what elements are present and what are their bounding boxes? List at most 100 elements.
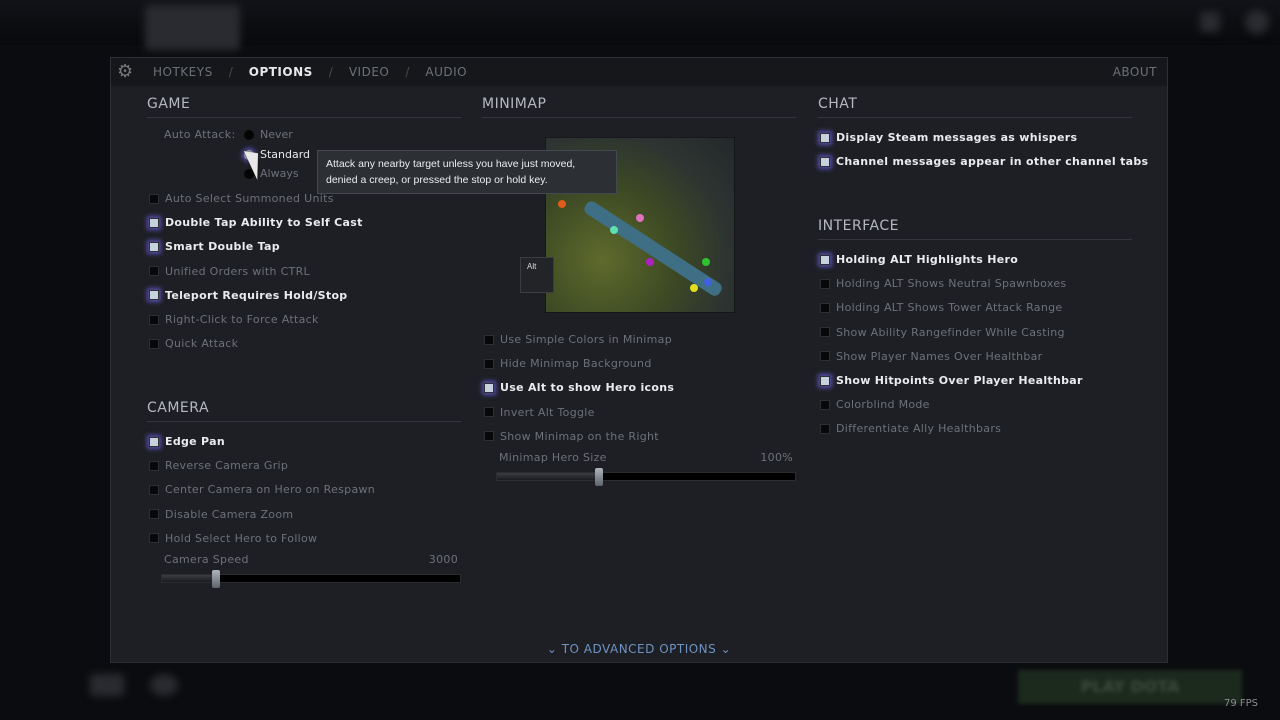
checkbox-option[interactable]: Differentiate Ally Healthbars bbox=[820, 422, 1001, 435]
checkbox[interactable] bbox=[484, 334, 494, 345]
checkbox-label: Smart Double Tap bbox=[165, 240, 280, 254]
checkbox[interactable] bbox=[149, 533, 159, 544]
checkbox-label: Holding ALT Shows Neutral Spawnboxes bbox=[836, 277, 1067, 291]
checkbox-label: Holding ALT Shows Tower Attack Range bbox=[836, 301, 1063, 315]
settings-tab-bar: ⚙ HOTKEYS / OPTIONS / VIDEO / AUDIO ABOU… bbox=[111, 58, 1167, 86]
checkbox-label: Double Tap Ability to Self Cast bbox=[165, 216, 363, 230]
checkbox-option[interactable]: Disable Camera Zoom bbox=[149, 508, 293, 521]
checkbox-option[interactable]: Display Steam messages as whispers bbox=[820, 131, 1077, 144]
tab-options[interactable]: OPTIONS bbox=[249, 65, 313, 79]
checkbox[interactable] bbox=[820, 156, 830, 167]
checkbox-option[interactable]: Channel messages appear in other channel… bbox=[820, 155, 1148, 168]
checkbox[interactable] bbox=[820, 327, 830, 338]
checkbox-option[interactable]: Auto Select Summoned Units bbox=[149, 192, 334, 205]
checkbox-label: Show Ability Rangefinder While Casting bbox=[836, 325, 1065, 339]
camera-speed-value: 3000 bbox=[428, 553, 458, 566]
checkbox-option[interactable]: Edge Pan bbox=[149, 435, 225, 448]
checkbox-option[interactable]: Show Hitpoints Over Player Healthbar bbox=[820, 374, 1083, 387]
slider-handle[interactable] bbox=[212, 570, 220, 588]
radio-dot bbox=[244, 129, 254, 140]
camera-speed-slider[interactable] bbox=[161, 570, 461, 588]
checkbox-option[interactable]: Show Player Names Over Healthbar bbox=[820, 350, 1043, 363]
checkbox-label: Show Minimap on the Right bbox=[500, 429, 659, 443]
minimap-hero-size-slider[interactable] bbox=[496, 468, 796, 486]
chevron-down-icon: ⌄ bbox=[546, 642, 558, 656]
slider-handle[interactable] bbox=[595, 468, 603, 486]
tab-audio[interactable]: AUDIO bbox=[425, 65, 467, 79]
checkbox-option[interactable]: Hide Minimap Background bbox=[484, 357, 652, 370]
checkbox[interactable] bbox=[149, 217, 159, 228]
checkbox-option[interactable]: Unified Orders with CTRL bbox=[149, 265, 310, 278]
slider-fill bbox=[162, 575, 216, 582]
auto-attack-label: Auto Attack: bbox=[164, 128, 236, 141]
checkbox[interactable] bbox=[149, 193, 159, 204]
chevron-down-icon: ⌄ bbox=[720, 642, 732, 656]
checkbox-option[interactable]: Colorblind Mode bbox=[820, 398, 930, 411]
checkbox-label: Channel messages appear in other channel… bbox=[836, 155, 1149, 168]
section-title-minimap: MINIMAP bbox=[482, 96, 796, 118]
gear-icon: ⚙ bbox=[117, 61, 134, 82]
checkbox-option[interactable]: Right-Click to Force Attack bbox=[149, 313, 319, 326]
checkbox[interactable] bbox=[484, 431, 494, 442]
checkbox-option[interactable]: Quick Attack bbox=[149, 337, 238, 350]
checkbox-label: Teleport Requires Hold/Stop bbox=[165, 288, 348, 302]
play-dota-button[interactable]: PLAY DOTA bbox=[1018, 670, 1242, 704]
checkbox[interactable] bbox=[484, 358, 494, 369]
advanced-options-button[interactable]: ⌄ TO ADVANCED OPTIONS ⌄ bbox=[111, 642, 1167, 656]
checkbox[interactable] bbox=[149, 436, 159, 447]
checkbox[interactable] bbox=[149, 338, 159, 349]
tab-hotkeys[interactable]: HOTKEYS bbox=[153, 65, 213, 79]
checkbox-option[interactable]: Center Camera on Hero on Respawn bbox=[149, 483, 375, 496]
checkbox-option[interactable]: Invert Alt Toggle bbox=[484, 406, 595, 419]
checkbox[interactable] bbox=[149, 290, 159, 301]
checkbox[interactable] bbox=[820, 423, 830, 434]
hero-icon bbox=[704, 278, 712, 286]
checkbox[interactable] bbox=[820, 351, 830, 362]
checkbox[interactable] bbox=[149, 460, 159, 471]
minimap-river bbox=[582, 199, 724, 299]
checkbox[interactable] bbox=[149, 314, 159, 325]
checkbox-label: Differentiate Ally Healthbars bbox=[836, 422, 1002, 436]
checkbox-option[interactable]: Holding ALT Highlights Hero bbox=[820, 253, 1018, 266]
checkbox-option[interactable]: Use Simple Colors in Minimap bbox=[484, 333, 672, 346]
checkbox-option[interactable]: Hold Select Hero to Follow bbox=[149, 532, 317, 545]
hero-icon bbox=[690, 284, 698, 292]
checkbox[interactable] bbox=[149, 241, 159, 252]
checkbox-option[interactable]: Double Tap Ability to Self Cast bbox=[149, 216, 363, 229]
checkbox-label: Display Steam messages as whispers bbox=[836, 131, 1078, 144]
tab-video[interactable]: VIDEO bbox=[349, 65, 390, 79]
checkbox-option[interactable]: Teleport Requires Hold/Stop bbox=[149, 289, 347, 302]
tab-separator: / bbox=[405, 65, 410, 79]
checkbox-option[interactable]: Reverse Camera Grip bbox=[149, 459, 288, 472]
checkbox-label: Reverse Camera Grip bbox=[165, 459, 289, 473]
checkbox-label: Hold Select Hero to Follow bbox=[165, 531, 318, 545]
about-link[interactable]: ABOUT bbox=[1113, 65, 1157, 79]
blurred-profile-image bbox=[145, 5, 240, 50]
checkbox[interactable] bbox=[484, 382, 494, 393]
checkbox-label: Unified Orders with CTRL bbox=[165, 264, 310, 278]
checkbox-option[interactable]: Show Ability Rangefinder While Casting bbox=[820, 326, 1065, 339]
blurred-icon bbox=[150, 674, 178, 696]
minimap-hero-size-value: 100% bbox=[760, 451, 793, 464]
checkbox-option[interactable]: Holding ALT Shows Neutral Spawnboxes bbox=[820, 277, 1066, 290]
checkbox[interactable] bbox=[820, 254, 830, 265]
alt-key-icon: Alt bbox=[520, 257, 554, 293]
checkbox-option[interactable]: Smart Double Tap bbox=[149, 240, 280, 253]
checkbox[interactable] bbox=[820, 399, 830, 410]
checkbox-option[interactable]: Show Minimap on the Right bbox=[484, 430, 659, 443]
checkbox[interactable] bbox=[149, 266, 159, 277]
checkbox-label: Invert Alt Toggle bbox=[500, 405, 595, 419]
checkbox[interactable] bbox=[149, 484, 159, 495]
checkbox-label: Show Hitpoints Over Player Healthbar bbox=[836, 374, 1083, 387]
checkbox-option[interactable]: Use Alt to show Hero icons bbox=[484, 381, 674, 394]
checkbox-option[interactable]: Holding ALT Shows Tower Attack Range bbox=[820, 301, 1062, 314]
radio-never[interactable]: Never bbox=[244, 128, 293, 141]
checkbox[interactable] bbox=[149, 509, 159, 520]
checkbox[interactable] bbox=[820, 302, 830, 313]
checkbox[interactable] bbox=[820, 278, 830, 289]
checkbox[interactable] bbox=[820, 132, 830, 143]
checkbox[interactable] bbox=[484, 407, 494, 418]
slider-fill bbox=[497, 473, 599, 480]
checkbox[interactable] bbox=[820, 375, 830, 386]
camera-speed-label: Camera Speed bbox=[164, 553, 249, 566]
